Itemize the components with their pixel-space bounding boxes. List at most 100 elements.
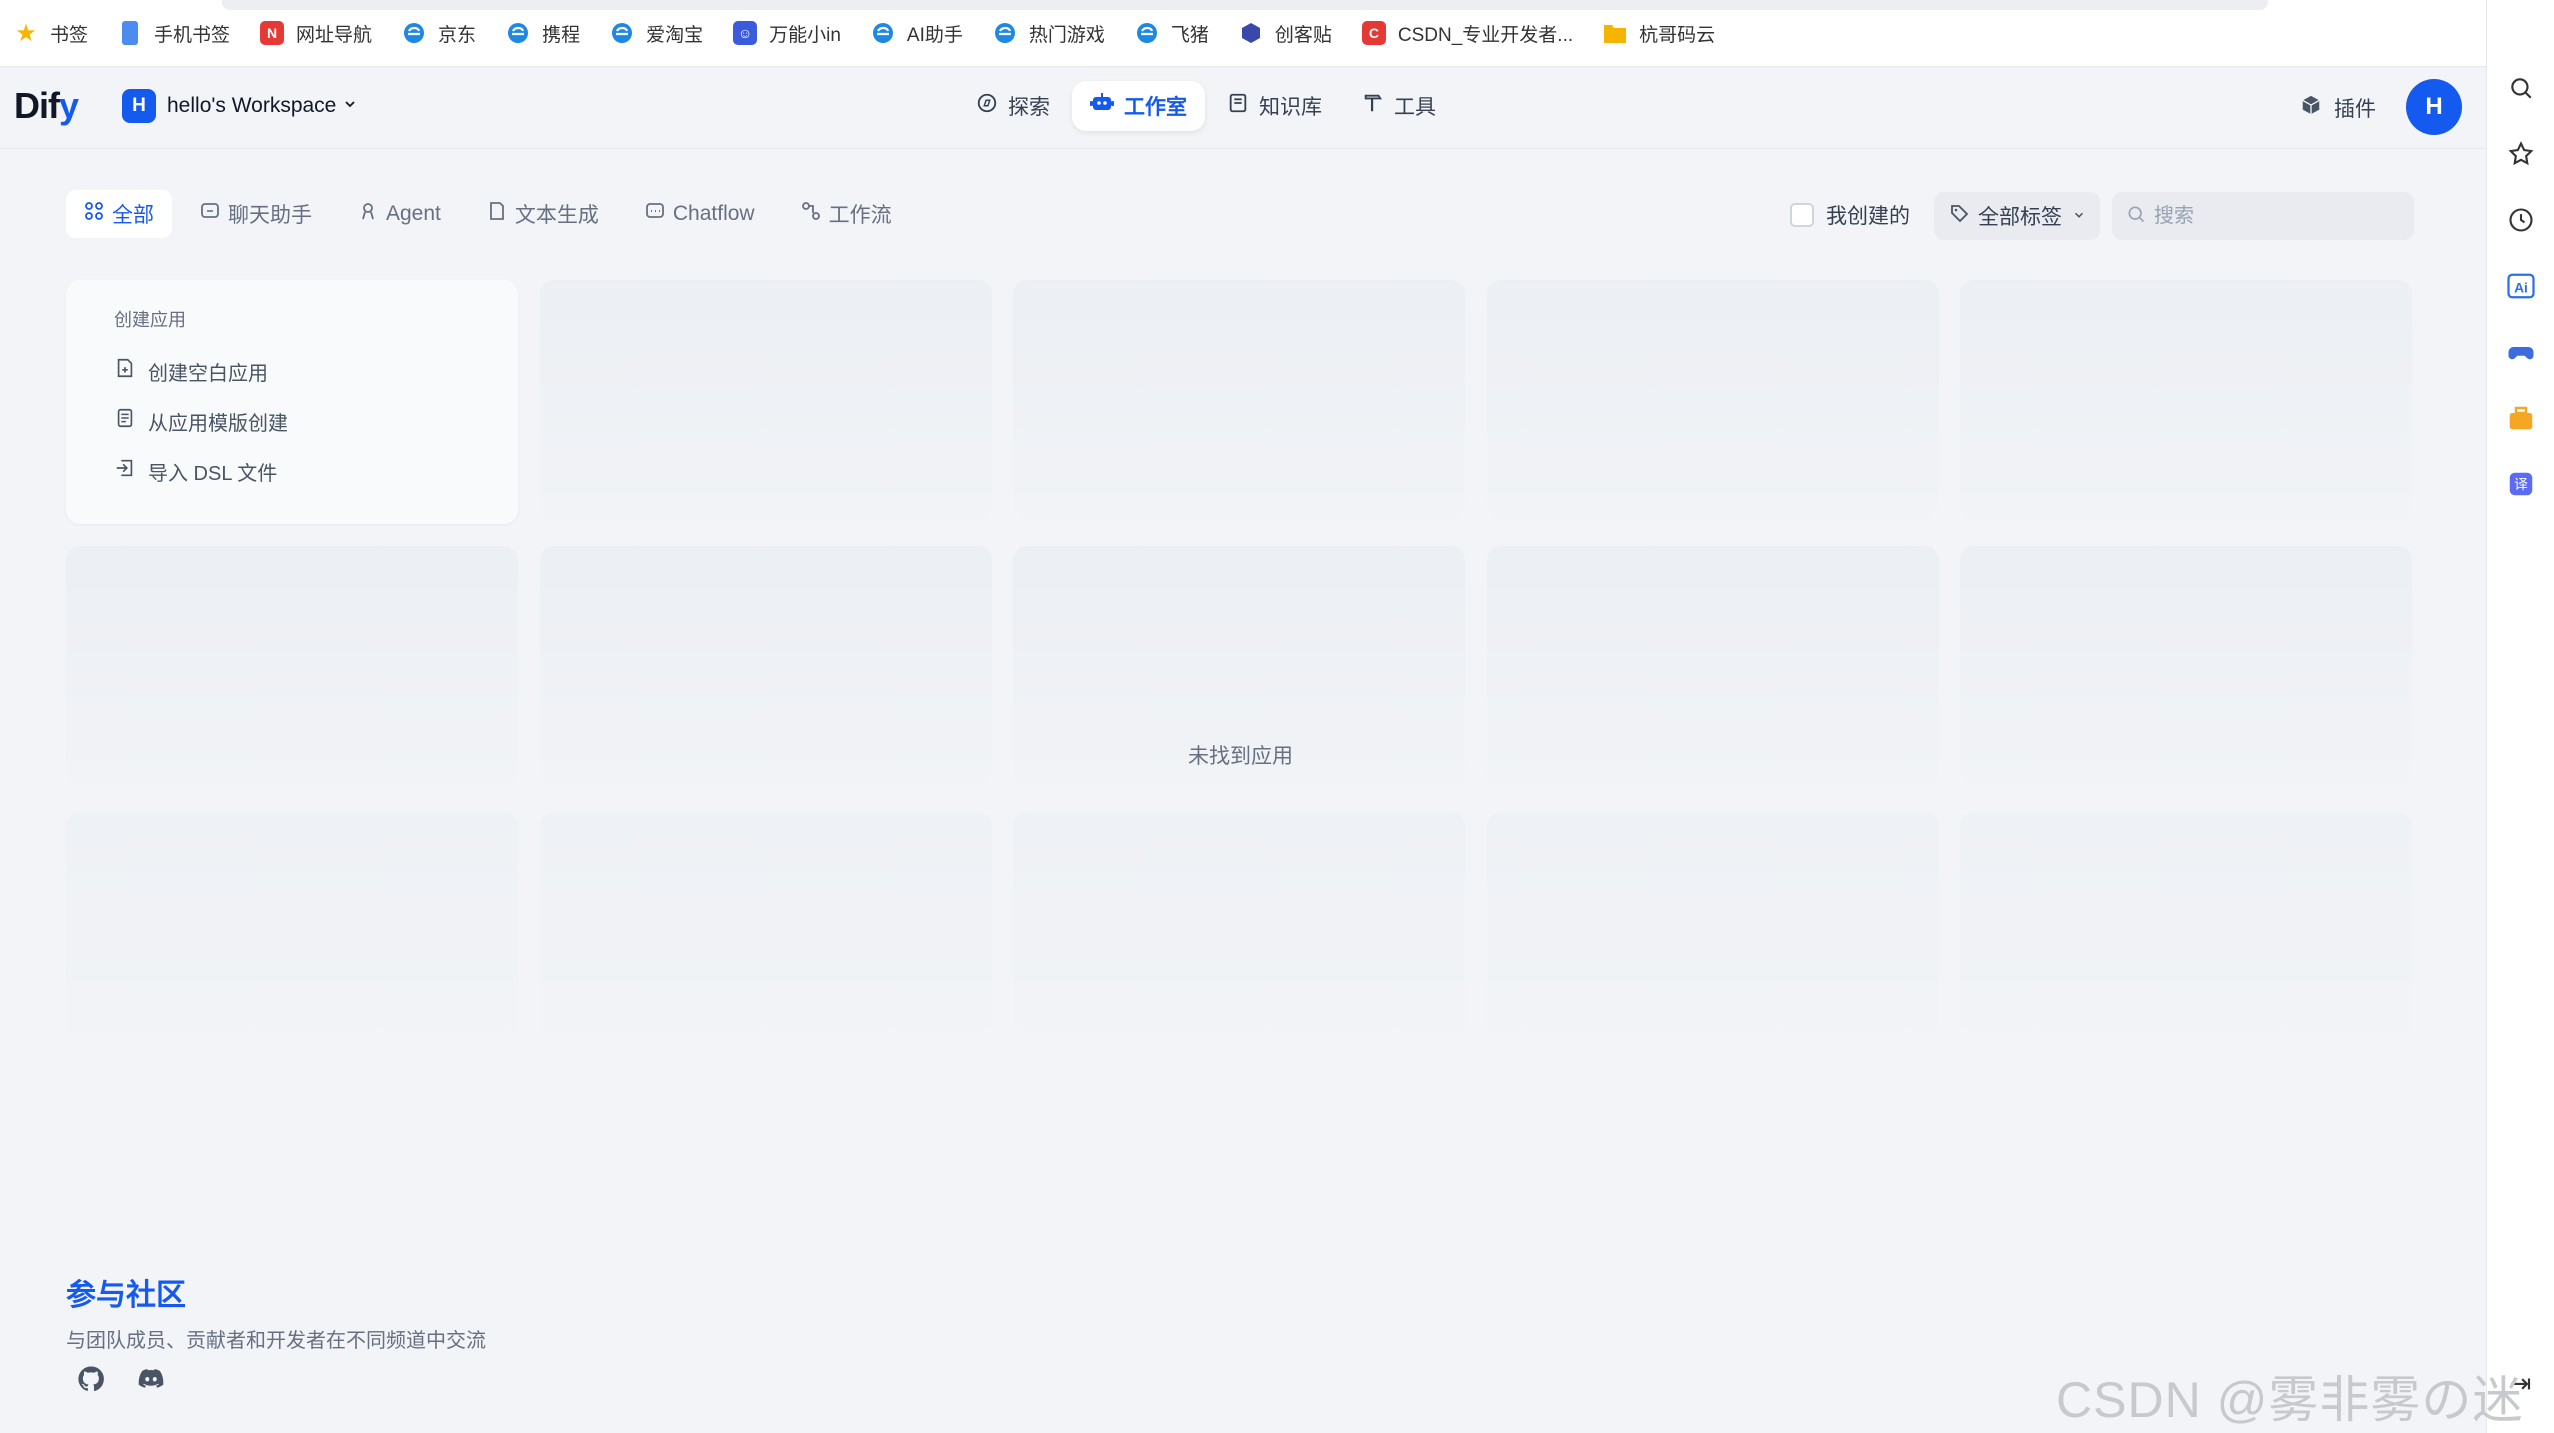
create-app-card: 创建应用 创建空白应用 从应用模版创建 导入 DSL 文件 [66,280,518,524]
app-card-placeholder [540,812,992,1042]
ie-icon [871,21,895,45]
bookmark-item[interactable]: 京东 [402,13,476,53]
robot-icon [1090,92,1114,120]
star-icon: ★ [15,19,37,47]
tab-agent[interactable]: Agent [340,190,459,238]
toolbox-icon[interactable] [2503,400,2539,436]
watermark: CSDN @雾非雾の迷惘 [2056,1372,2524,1428]
nav-knowledge[interactable]: 知识库 [1209,81,1340,131]
bookmark-item[interactable]: 创客贴 [1239,13,1332,53]
tab-text-generation[interactable]: 文本生成 [469,190,617,238]
book-icon [1227,92,1249,120]
app-card-placeholder [1487,546,1939,786]
tab-chat-assistant[interactable]: 聊天助手 [182,190,330,238]
cube-icon [2300,94,2322,122]
app-card-placeholder [540,280,992,520]
discord-icon[interactable] [136,1364,166,1394]
nav-explore[interactable]: 探索 [958,81,1068,131]
social-links [76,1364,196,1394]
app-card-placeholder [1960,812,2412,1042]
app-header: Dify H hello's Workspace 探索 工作室 知识库 工具 插… [0,67,2486,149]
create-blank-app-button[interactable]: 创建空白应用 [114,346,518,396]
bookmark-item[interactable]: 手机书签 [118,13,230,53]
nav-tools[interactable]: 工具 [1344,81,1454,131]
ie-icon [610,21,634,45]
app-type-tabs: 全部 聊天助手 Agent 文本生成 Chatflow 工作流 [66,190,920,238]
app-card-placeholder [1013,280,1465,520]
chat-icon [200,201,220,227]
browser-sidebar: Ai 译 ⇥ [2486,0,2554,1433]
bookmark-item[interactable]: ★ 书签 [14,13,88,53]
app-card-placeholder [1960,546,2412,786]
chat-icon [645,201,665,227]
agent-icon [358,201,378,227]
grid-icon [84,201,104,227]
csdn-icon: C [1361,21,1386,45]
app-card-placeholder [1013,812,1465,1042]
tag-filter-select[interactable]: 全部标签 [1934,192,2100,240]
nav-icon: N [260,21,285,45]
app-card-placeholder [1487,280,1939,520]
search-icon[interactable] [2503,70,2539,106]
template-icon [114,407,136,435]
translate-icon[interactable]: 译 [2503,466,2539,502]
bookmark-item[interactable]: 携程 [506,13,580,53]
tab-chatflow[interactable]: Chatflow [627,190,773,238]
created-by-me-filter[interactable]: 我创建的 [1790,200,1910,230]
compass-icon [976,92,998,120]
doc-icon [487,201,507,227]
search-icon [2126,204,2146,229]
github-icon[interactable] [76,1364,106,1394]
plugins-button[interactable]: 插件 [2300,93,2376,123]
gamepad-icon[interactable] [2503,334,2539,370]
bookmark-item[interactable]: N 网址导航 [260,13,372,53]
search-box[interactable] [2112,192,2414,240]
tab-workflow[interactable]: 工作流 [783,190,910,238]
workflow-icon [801,201,821,227]
ie-icon [993,21,1017,45]
community-description: 与团队成员、贡献者和开发者在不同频道中交流 [66,1330,486,1352]
search-input[interactable] [2154,204,2394,228]
ie-icon [506,21,530,45]
robot-icon: ☺ [733,21,758,45]
create-from-template-button[interactable]: 从应用模版创建 [114,396,518,446]
workspace-avatar: H [122,89,156,123]
file-plus-icon [114,357,136,385]
bookmark-item[interactable]: AI助手 [871,13,963,53]
app-card-placeholder [540,546,992,786]
bookmark-item[interactable]: 杭哥码云 [1603,13,1715,53]
bookmarks-bar: ★ 书签 手机书签 N 网址导航 京东 携程 爱淘宝 ☺ 万能小in AI助手 … [0,0,2486,67]
user-avatar[interactable]: H [2406,79,2462,135]
star-outline-icon[interactable] [2503,136,2539,172]
nav-studio[interactable]: 工作室 [1072,81,1205,131]
svg-text:Ai: Ai [2514,280,2528,295]
tab-all[interactable]: 全部 [66,190,172,238]
chevron-down-icon [342,94,358,118]
bookmark-item[interactable]: 飞猪 [1135,13,1209,53]
folder-icon [1603,21,1627,45]
ie-icon [1135,21,1159,45]
ie-icon [402,21,426,45]
bookmark-item[interactable]: C CSDN_专业开发者... [1361,13,1573,53]
dify-logo[interactable]: Dify [14,85,79,127]
browser-tab-strip [222,0,2268,10]
app-card-placeholder [66,546,518,786]
import-dsl-button[interactable]: 导入 DSL 文件 [114,446,518,496]
cube-icon [1239,21,1263,45]
bookmark-item[interactable]: 热门游戏 [993,13,1105,53]
history-icon[interactable] [2503,202,2539,238]
svg-text:译: 译 [2514,477,2528,493]
community-title: 参与社区 [66,1279,186,1312]
main-nav: 探索 工作室 知识库 工具 [958,81,1458,131]
tag-icon [1950,203,1970,229]
created-by-me-checkbox[interactable] [1790,203,1814,227]
app-card-placeholder [1487,812,1939,1042]
bookmark-item[interactable]: ☺ 万能小in [733,13,841,53]
ai-icon[interactable]: Ai [2503,268,2539,304]
empty-state-text: 未找到应用 [1188,745,1293,768]
bookmark-item[interactable]: 爱淘宝 [610,13,703,53]
phone-icon [122,21,139,45]
import-icon [114,457,136,485]
workspace-selector[interactable]: H hello's Workspace [122,89,358,123]
app-card-placeholder [66,812,518,1042]
